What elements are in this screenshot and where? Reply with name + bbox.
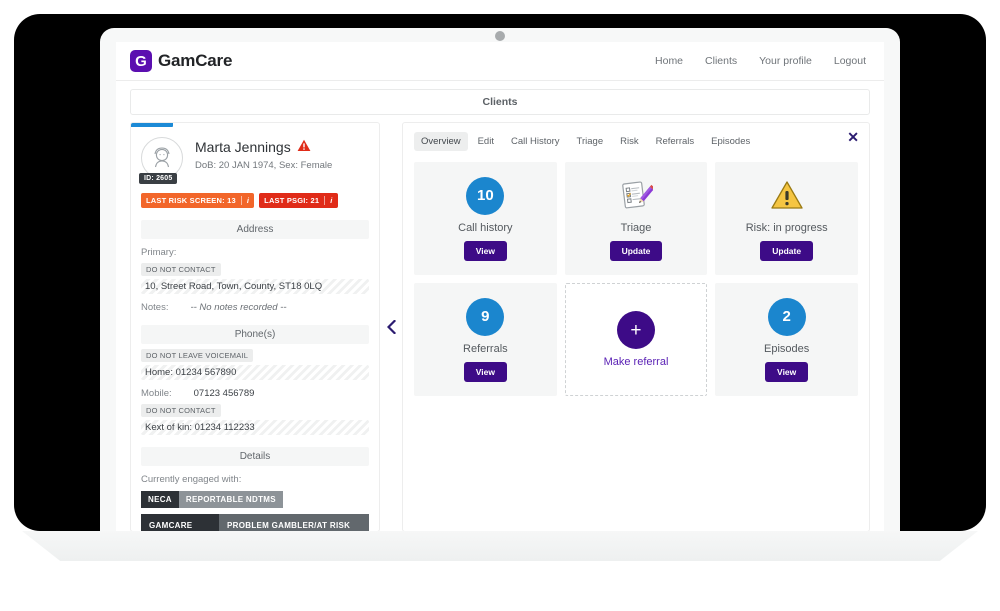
address-notes-value: -- No notes recorded -- <box>190 302 287 313</box>
card-referrals-label: Referrals <box>463 342 508 355</box>
phone-kin-tag: DO NOT CONTACT <box>141 404 221 417</box>
card-make-referral[interactable]: + Make referral <box>564 283 708 396</box>
tab-overview[interactable]: Overview <box>414 132 468 151</box>
card-call-history: 10 Call history View <box>414 162 557 275</box>
client-id-badge: ID: 2605 <box>139 173 178 184</box>
last-psgi-badge[interactable]: LAST PSGI: 21 i <box>259 193 338 208</box>
episodes-view-button[interactable]: View <box>765 361 809 382</box>
yellow-warning-triangle-icon <box>770 177 804 215</box>
webcam-dot-icon <box>495 31 505 41</box>
risk-badges: LAST RISK SCREEN: 13 i LAST PSGI: 21 i <box>141 193 369 208</box>
triage-update-button[interactable]: Update <box>609 240 663 261</box>
address-notes-label: Notes: <box>141 302 169 313</box>
client-identity: Marta Jennings DoB: 20 JAN 1974, Sex: Fe… <box>195 137 332 179</box>
overview-tabs: Overview Edit Call History Triage Risk R… <box>414 132 858 151</box>
info-icon[interactable]: i <box>324 196 332 205</box>
nav-links: Home Clients Your profile Logout <box>655 55 866 67</box>
close-icon[interactable]: ✕ <box>847 130 859 144</box>
blue-count-circle-icon: 9 <box>466 297 505 336</box>
engaged-chips: NECA REPORTABLE NDTMS <box>141 491 369 508</box>
risk-update-button[interactable]: Update <box>760 240 814 261</box>
tab-risk[interactable]: Risk <box>613 132 645 151</box>
provider-name: GAMCARE PROVIDER 1 <box>141 514 219 531</box>
nav-link-home[interactable]: Home <box>655 55 683 67</box>
card-episodes-label: Episodes <box>764 342 810 355</box>
blue-count-circle-icon: 10 <box>466 176 505 215</box>
avatar-wrap: ID: 2605 <box>139 137 185 184</box>
laptop-base <box>22 531 978 561</box>
tab-call-history[interactable]: Call History <box>504 132 567 151</box>
page-title-wrap: Clients <box>116 81 884 115</box>
laptop-mockup: GamCare Home Clients Your profile Logout… <box>0 0 1000 611</box>
tab-episodes[interactable]: Episodes <box>704 132 757 151</box>
phone-home-value: Home: 01234 567890 <box>141 365 369 380</box>
engaged-with-label: Currently engaged with: <box>141 474 242 485</box>
tab-referrals[interactable]: Referrals <box>649 132 702 151</box>
card-risk-label: Risk: in progress <box>745 221 828 234</box>
client-dob: DoB: 20 JAN 1974, Sex: Female <box>195 160 333 171</box>
card-call-history-label: Call history <box>458 221 513 234</box>
card-triage-label: Triage <box>620 221 652 234</box>
card-risk: Risk: in progress Update <box>715 162 858 275</box>
phone-mobile-label: Mobile: <box>141 388 172 399</box>
phone-mobile-row: Mobile: 07123 456789 <box>141 388 369 399</box>
address-notes-row: Notes: -- No notes recorded -- <box>141 302 369 313</box>
phone-mobile-value: 07123 456789 <box>193 388 255 399</box>
last-risk-screen-label: LAST RISK SCREEN: 13 <box>146 196 236 205</box>
client-name: Marta Jennings <box>195 139 291 155</box>
card-triage: Triage Update <box>564 162 708 275</box>
nav-link-your-profile[interactable]: Your profile <box>759 55 812 67</box>
overview-panel: Overview Edit Call History Triage Risk R… <box>402 122 870 531</box>
brand-name: GamCare <box>158 51 233 70</box>
browser-screen: GamCare Home Clients Your profile Logout… <box>116 42 884 531</box>
chevron-left-icon[interactable] <box>380 122 402 531</box>
client-summary-panel: ACTIVE ID: 2605 <box>130 122 380 531</box>
section-header-address: Address <box>141 220 369 239</box>
provider-detail: PROBLEM GAMBLER/AT RISK OF PROBLEM GAMBL… <box>219 514 369 531</box>
status-badge: ACTIVE <box>131 123 173 127</box>
red-warning-triangle-icon <box>297 139 311 155</box>
last-psgi-label: LAST PSGI: 21 <box>264 196 320 205</box>
clipboard-pencil-icon <box>619 177 653 215</box>
chip-reportable-ndtms: REPORTABLE NDTMS <box>178 491 283 508</box>
client-name-row: Marta Jennings <box>195 139 332 155</box>
referrals-view-button[interactable]: View <box>463 361 507 382</box>
plus-circle-icon[interactable]: + <box>616 311 655 349</box>
nav-link-clients[interactable]: Clients <box>705 55 737 67</box>
address-value: 10, Street Road, Town, County, ST18 0LQ <box>141 279 369 294</box>
section-header-phones: Phone(s) <box>141 325 369 344</box>
address-primary-label: Primary: <box>141 247 177 258</box>
info-icon[interactable]: i <box>240 196 249 205</box>
provider-row: GAMCARE PROVIDER 1 PROBLEM GAMBLER/AT RI… <box>141 514 369 531</box>
page-title: Clients <box>130 89 870 115</box>
call-history-view-button[interactable]: View <box>463 240 507 261</box>
card-episodes: 2 Episodes View <box>715 283 858 396</box>
gamcare-logo-icon <box>130 50 152 72</box>
tab-edit[interactable]: Edit <box>471 132 501 151</box>
overview-cards: 10 Call history View Triage Update Risk:… <box>414 162 858 396</box>
phone-kin-value: Kext of kin: 01234 112233 <box>141 420 369 435</box>
card-referrals: 9 Referrals View <box>414 283 557 396</box>
top-navigation: GamCare Home Clients Your profile Logout <box>116 42 884 81</box>
chip-neca: NECA <box>141 491 179 508</box>
client-header: ID: 2605 Marta Jennings DoB: 20 JAN 1974… <box>139 137 369 184</box>
last-risk-screen-badge[interactable]: LAST RISK SCREEN: 13 i <box>141 193 255 208</box>
blue-count-circle-icon: 2 <box>767 297 806 336</box>
card-make-referral-label: Make referral <box>603 356 669 368</box>
phone-voicemail-tag: DO NOT LEAVE VOICEMAIL <box>141 349 254 362</box>
address-do-not-contact-tag: DO NOT CONTACT <box>141 263 221 276</box>
nav-link-logout[interactable]: Logout <box>834 55 866 67</box>
section-header-details: Details <box>141 447 369 466</box>
main-content: ACTIVE ID: 2605 <box>116 122 884 531</box>
tab-triage[interactable]: Triage <box>570 132 611 151</box>
brand-logo[interactable]: GamCare <box>130 50 232 72</box>
